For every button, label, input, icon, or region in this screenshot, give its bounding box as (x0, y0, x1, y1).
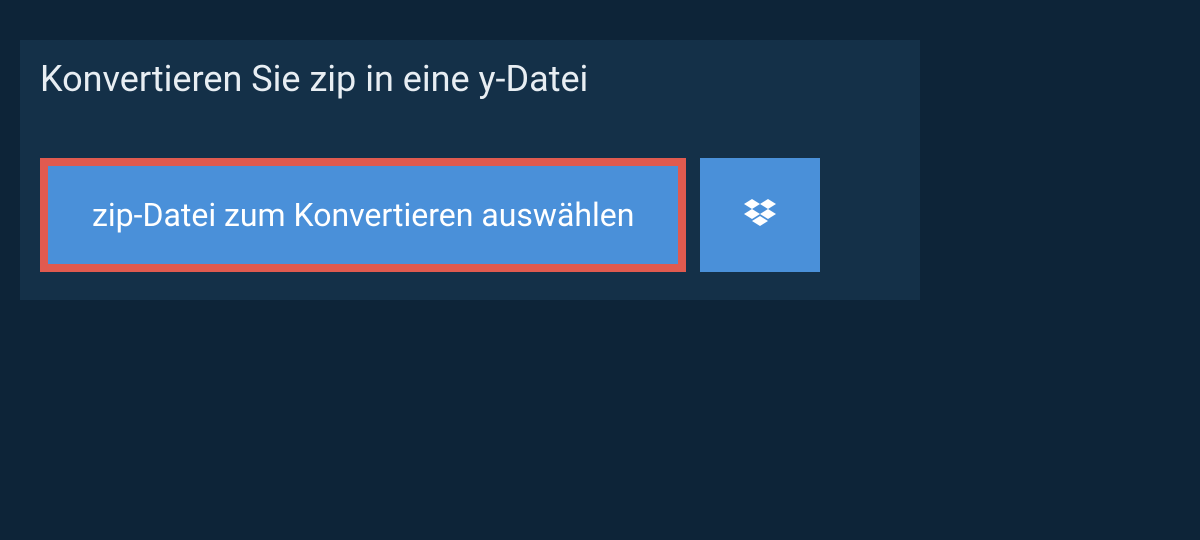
select-file-button[interactable]: zip-Datei zum Konvertieren auswählen (40, 158, 686, 272)
page-title: Konvertieren Sie zip in eine y-Datei (40, 58, 588, 100)
converter-panel: Konvertieren Sie zip in eine y-Datei zip… (20, 40, 920, 300)
button-row: zip-Datei zum Konvertieren auswählen (20, 118, 920, 272)
dropbox-button[interactable] (700, 158, 820, 272)
title-bar: Konvertieren Sie zip in eine y-Datei (20, 40, 616, 118)
dropbox-icon (740, 195, 780, 235)
select-file-label: zip-Datei zum Konvertieren auswählen (92, 196, 634, 234)
